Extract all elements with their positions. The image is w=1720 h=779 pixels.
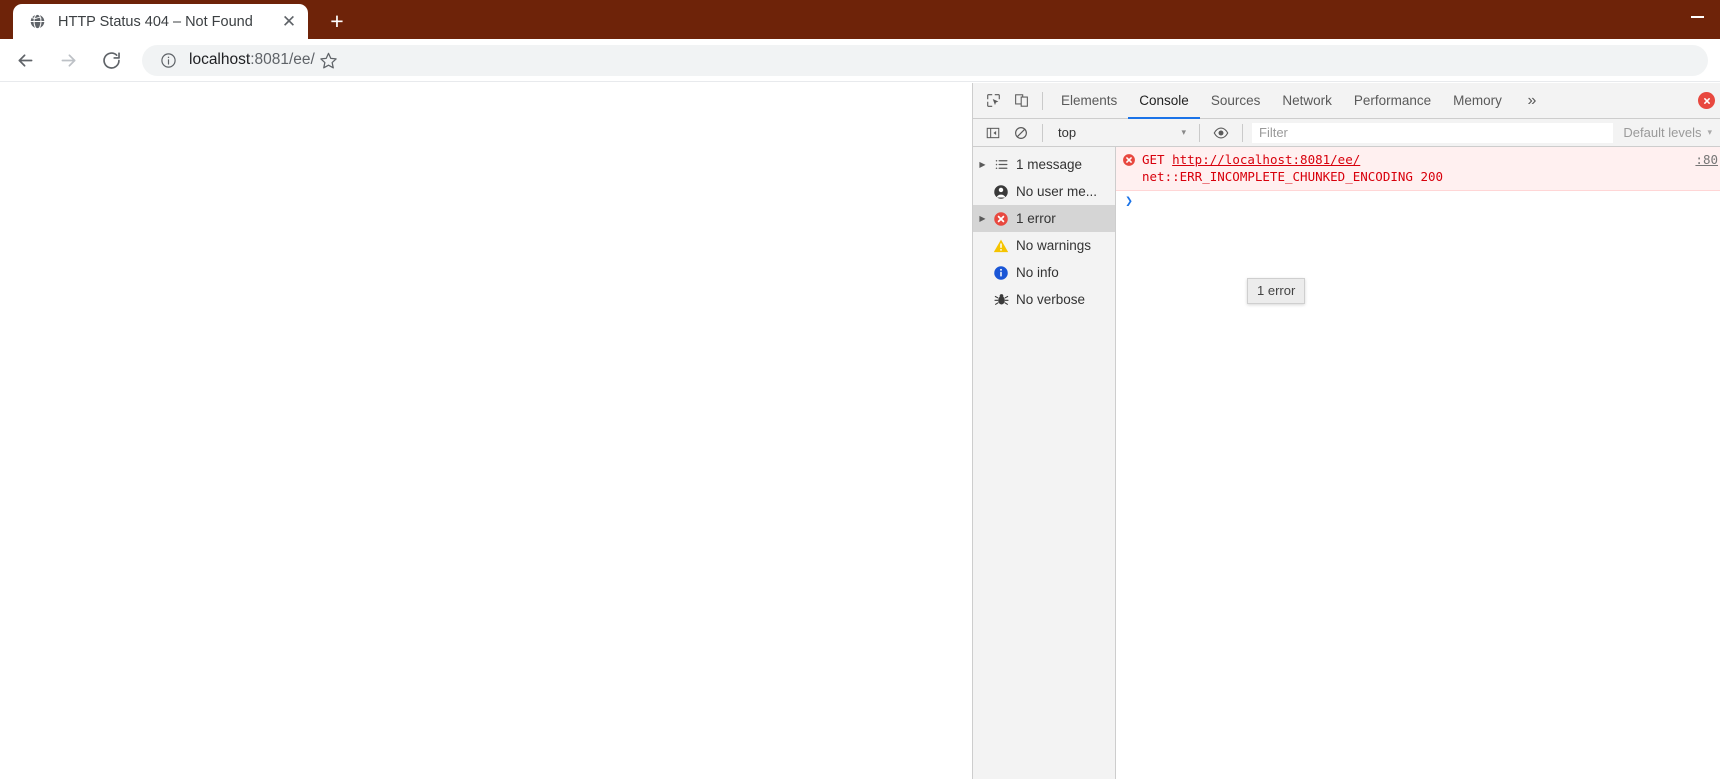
error-detail: net::ERR_INCOMPLETE_CHUNKED_ENCODING 200 [1142,169,1444,184]
browser-toolbar: localhost:8081/ee/ [0,39,1720,82]
log-levels-select[interactable]: Default levels ▾ [1615,123,1720,143]
console-toolbar-divider-2 [1199,123,1200,142]
sidebar-item-label: No user me... [1016,184,1098,199]
expand-arrow-icon: ▶ [975,295,990,304]
address-bar[interactable]: localhost:8081/ee/ [142,44,1708,76]
tab-title: HTTP Status 404 – Not Found [58,13,253,30]
error-tooltip: 1 error [1247,278,1306,304]
sidebar-item-verbose[interactable]: ▶ No verbose [973,286,1115,313]
user-icon [990,184,1012,200]
tab-network[interactable]: Network [1271,83,1343,119]
reload-button[interactable] [94,43,129,78]
info-icon [990,265,1012,281]
prompt-caret-icon: ❯ [1125,194,1133,209]
bookmark-star-icon[interactable] [315,46,343,74]
error-count-badge[interactable] [1698,92,1715,109]
error-icon [990,211,1012,227]
url-text: localhost:8081/ee/ [189,51,315,69]
toolbar-divider [1042,91,1043,110]
window-controls [1675,0,1720,39]
console-body: ▶ 1 message ▶ [973,147,1720,779]
error-source-link[interactable]: :80 [1695,151,1720,167]
sidebar-item-info[interactable]: ▶ No info [973,259,1115,286]
title-bar: HTTP Status 404 – Not Found ✕ + [0,0,1720,39]
list-icon [990,157,1012,172]
expand-arrow-icon[interactable]: ▶ [975,160,990,169]
minimize-button[interactable] [1675,0,1720,33]
filter-input[interactable] [1252,122,1614,143]
chevron-down-icon: ▾ [1181,127,1186,137]
console-error-message[interactable]: GET http://localhost:8081/ee/net::ERR_IN… [1116,147,1720,191]
console-toolbar-divider-3 [1242,123,1243,142]
sidebar-item-warnings[interactable]: ▶ No warnings [973,232,1115,259]
bug-icon [990,292,1012,307]
browser-window: HTTP Status 404 – Not Found ✕ + localhos… [0,0,1720,779]
log-levels-value: Default levels [1623,125,1702,140]
error-message-text: GET http://localhost:8081/ee/net::ERR_IN… [1142,151,1695,185]
sidebar-item-label: No verbose [1016,292,1086,307]
sidebar-item-user-messages[interactable]: ▶ No user me... [973,178,1115,205]
expand-arrow-icon[interactable]: ▶ [975,214,990,223]
browser-tab[interactable]: HTTP Status 404 – Not Found ✕ [13,4,308,39]
error-icon [1116,151,1142,167]
error-url-link[interactable]: http://localhost:8081/ee/ [1172,152,1360,167]
close-icon[interactable]: ✕ [276,9,302,35]
sidebar-item-label: No warnings [1016,238,1092,253]
console-input[interactable] [1142,194,1720,212]
devtools-panel: Elements Console Sources Network Perform… [972,83,1720,779]
sidebar-item-messages[interactable]: ▶ 1 message [973,151,1115,178]
tab-elements[interactable]: Elements [1050,83,1128,119]
console-sidebar: ▶ 1 message ▶ [973,147,1116,779]
tab-sources[interactable]: Sources [1200,83,1272,119]
console-toolbar-divider-1 [1042,123,1043,142]
inspect-element-icon[interactable] [979,87,1007,115]
forward-button[interactable] [51,43,86,78]
page-viewport [0,83,972,779]
back-button[interactable] [8,43,43,78]
console-toolbar: top ▾ Default levels ▾ [973,119,1720,147]
expand-arrow-icon: ▶ [975,241,990,250]
tab-console[interactable]: Console [1128,83,1200,119]
sidebar-item-errors[interactable]: ▶ 1 error [973,205,1115,232]
chevron-down-icon: ▾ [1707,127,1712,137]
sidebar-item-label: 1 error [1016,211,1056,226]
tab-performance[interactable]: Performance [1343,83,1442,119]
warning-icon [990,238,1012,254]
console-prompt[interactable]: ❯ [1116,191,1720,212]
execution-context-value: top [1058,125,1077,140]
globe-icon [28,13,46,31]
expand-arrow-icon: ▶ [975,187,990,196]
console-sidebar-toggle-icon[interactable] [979,119,1007,147]
new-tab-button[interactable]: + [322,6,352,36]
page-info-icon[interactable] [159,51,177,69]
devtools-tabbar: Elements Console Sources Network Perform… [973,83,1720,119]
device-toolbar-icon[interactable] [1007,87,1035,115]
url-host: localhost [189,51,251,68]
clear-console-icon[interactable] [1007,119,1035,147]
execution-context-select[interactable]: top ▾ [1052,123,1192,143]
error-method: GET [1142,152,1173,167]
url-path: :8081/ee/ [250,51,315,68]
expand-arrow-icon: ▶ [975,268,990,277]
tab-memory[interactable]: Memory [1442,83,1513,119]
more-tabs-icon[interactable]: » [1517,86,1547,116]
live-expression-eye-icon[interactable] [1207,119,1235,147]
sidebar-item-label: 1 message [1016,157,1083,172]
console-messages: GET http://localhost:8081/ee/net::ERR_IN… [1116,147,1720,779]
sidebar-item-label: No info [1016,265,1059,280]
